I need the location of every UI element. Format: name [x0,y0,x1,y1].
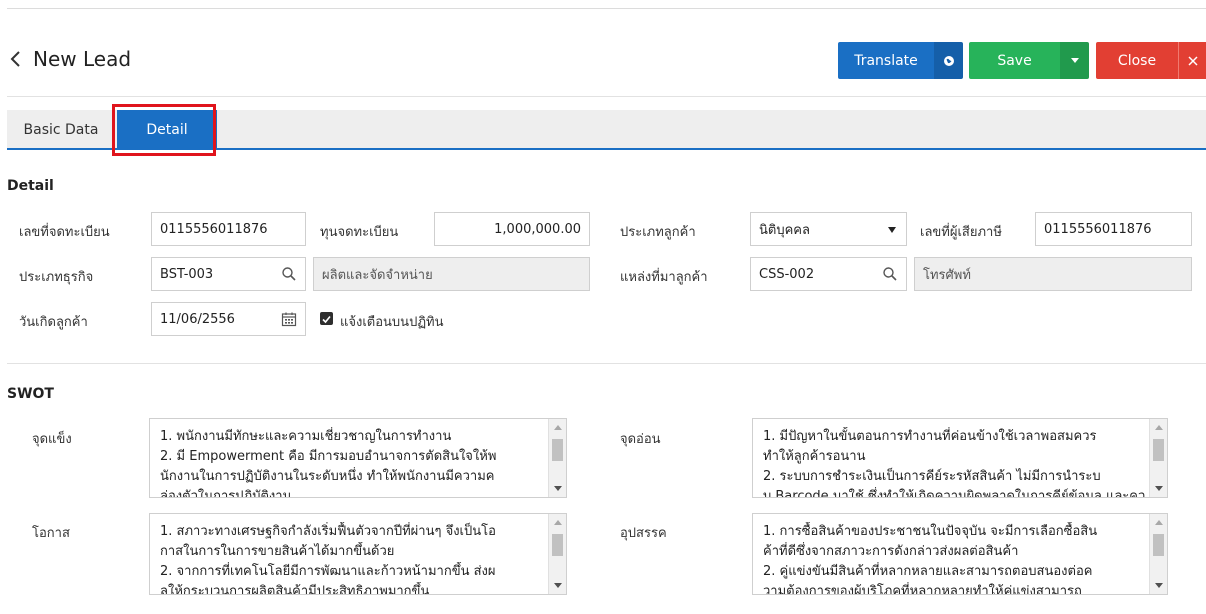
registered-capital-label: ทุนจดทะเบียน [320,225,399,240]
weaknesses-textarea[interactable]: 1. มีปัญหาในขั้นตอนการทำงานที่ค่อนข้างใช… [752,418,1168,498]
customer-birthday-label: วันเกิดลูกค้า [19,315,88,330]
threats-text: 1. การซื้อสินค้าของประชาชนในปัจจุบัน จะม… [763,522,1145,595]
opportunities-line: 1. สภาวะทางเศรษฐกิจกำลังเริ่มฟื้นตัวจากป… [160,524,496,539]
chevron-left-icon[interactable] [8,49,22,69]
strengths-textarea[interactable]: 1. พนักงานมีทักษะและความเชี่ยวชาญในการทำ… [149,418,567,498]
scroll-thumb[interactable] [552,534,563,556]
scroll-down-icon[interactable] [1155,583,1163,588]
tab-basic-data[interactable]: Basic Data [7,110,115,150]
search-icon[interactable] [281,266,297,282]
business-type-description: ผลิตและจัดจำหน่าย [322,267,433,283]
registered-capital-field[interactable]: 1,000,000.00 [434,212,590,246]
save-dropdown-button[interactable] [1060,42,1089,79]
opportunities-label: โอกาส [32,526,70,541]
save-button[interactable]: Save [969,42,1060,79]
customer-source-description-field: โทรศัพท์ [914,257,1192,291]
registration-no-field[interactable]: 0115556011876 [151,212,306,246]
tax-id-value: 0115556011876 [1044,221,1152,237]
page-title: New Lead [33,47,132,71]
opportunities-line: 2. จากการที่เทคโนโลยีมีการพัฒนาและก้าวหน… [160,564,496,579]
header-divider [7,96,1206,97]
translate-button[interactable]: Translate [838,42,934,79]
threats-line: 1. การซื้อสินค้าของประชาชนในปัจจุบัน จะม… [763,524,1098,539]
tab-highlight-box [112,104,216,156]
tax-id-field[interactable]: 0115556011876 [1035,212,1192,246]
customer-birthday-value: 11/06/2556 [160,311,235,327]
business-type-label: ประเภทธุรกิจ [19,270,94,285]
weaknesses-line: บ Barcode มาใช้ ซึ่งทำให้เกิดความผิดพลาด… [763,489,1145,498]
customer-source-label: แหล่งที่มาลูกค้า [620,270,708,285]
threats-textarea[interactable]: 1. การซื้อสินค้าของประชาชนในปัจจุบัน จะม… [752,513,1168,595]
weaknesses-label: จุดอ่อน [620,432,661,447]
opportunities-line: กาสในการในการขายสินค้าได้มากขึ้นด้วย [160,544,395,559]
customer-type-value: นิติบุคคล [759,222,810,238]
strengths-line: นักงานในการปฏิบัติงานในระดับหนึ่ง ทำให้พ… [160,469,495,484]
threats-line: วามต้องการของผู้บริโภคที่หลากหลายทำให้คู… [763,584,1082,595]
scroll-down-icon[interactable] [554,486,562,491]
tax-id-label: เลขที่ผู้เสียภาษี [920,225,1002,240]
globe-icon[interactable] [934,42,963,79]
opportunities-textarea[interactable]: 1. สภาวะทางเศรษฐกิจกำลังเริ่มฟื้นตัวจากป… [149,513,567,595]
strengths-line: 2. มี Empowerment คือ มีการมอบอำนาจการตั… [160,449,497,464]
registered-capital-value: 1,000,000.00 [494,221,581,237]
registration-no-label: เลขที่จดทะเบียน [19,225,110,240]
calendar-icon[interactable] [281,311,297,327]
customer-source-code-field[interactable]: CSS-002 [750,257,907,291]
globe-icon-glyph [943,55,954,66]
detail-section-title: Detail [7,178,54,194]
business-type-code: BST-003 [160,266,214,282]
scroll-up-icon[interactable] [1155,520,1163,525]
customer-birthday-field[interactable]: 11/06/2556 [151,302,306,336]
business-type-description-field: ผลิตและจัดจำหน่าย [313,257,590,291]
strengths-line: ล่องตัวในการปฏิบัติงาน [160,489,292,498]
threats-line: ค้าที่ดีซึ่งจากสภาวะการดังกล่าวส่งผลต่อส… [763,544,1019,559]
caret-down-icon [888,227,896,233]
weaknesses-line: 2. ระบบการชำระเงินเป็นการคีย์ระรหัสสินค้… [763,469,1101,484]
swot-section-title: SWOT [7,386,54,402]
search-icon[interactable] [882,266,898,282]
scroll-up-icon[interactable] [1155,425,1163,430]
close-x-glyph [1187,55,1198,66]
business-type-code-field[interactable]: BST-003 [151,257,306,291]
close-button[interactable]: Close [1096,42,1178,79]
customer-source-description: โทรศัพท์ [923,267,971,283]
caret-down-icon [1070,58,1079,63]
scroll-down-icon[interactable] [554,583,562,588]
customer-type-label: ประเภทลูกค้า [620,225,696,240]
opportunities-line: ลให้กระบวนการผลิตสินค้ามีประสิทธิภาพมากข… [160,584,430,595]
scrollbar[interactable] [548,514,566,594]
section-divider [7,363,1206,364]
scroll-thumb[interactable] [1153,534,1164,556]
weaknesses-line: ทำให้ลูกค้ารอนาน [763,449,866,464]
calendar-reminder-label: แจ้งเตือนบนปฏิทิน [340,315,444,330]
scroll-up-icon[interactable] [554,520,562,525]
page-header: New Lead Translate Save Close [0,9,1206,97]
weaknesses-line: 1. มีปัญหาในขั้นตอนการทำงานที่ค่อนข้างใช… [763,429,1097,444]
threats-label: อุปสรรค [620,526,667,541]
customer-source-code: CSS-002 [759,266,815,282]
threats-line: 2. คู่แข่งขันมีสินค้าที่หลากหลายและสามาร… [763,564,1093,579]
strengths-line: 1. พนักงานมีทักษะและความเชี่ยวชาญในการทำ… [160,429,452,444]
calendar-reminder-checkbox[interactable] [320,312,333,325]
strengths-label: จุดแข็ง [32,432,72,447]
registration-no-value: 0115556011876 [160,221,268,237]
scrollbar[interactable] [1149,514,1167,594]
strengths-text: 1. พนักงานมีทักษะและความเชี่ยวชาญในการทำ… [160,427,544,498]
scroll-up-icon[interactable] [554,425,562,430]
weaknesses-text: 1. มีปัญหาในขั้นตอนการทำงานที่ค่อนข้างใช… [763,427,1145,498]
scroll-thumb[interactable] [552,439,563,461]
scroll-thumb[interactable] [1153,439,1164,461]
opportunities-text: 1. สภาวะทางเศรษฐกิจกำลังเริ่มฟื้นตัวจากป… [160,522,544,595]
customer-type-select[interactable]: นิติบุคคล [750,212,907,246]
checkmark-icon [322,315,331,324]
scroll-down-icon[interactable] [1155,486,1163,491]
scrollbar[interactable] [548,419,566,497]
close-icon[interactable] [1178,42,1206,79]
scrollbar[interactable] [1149,419,1167,497]
